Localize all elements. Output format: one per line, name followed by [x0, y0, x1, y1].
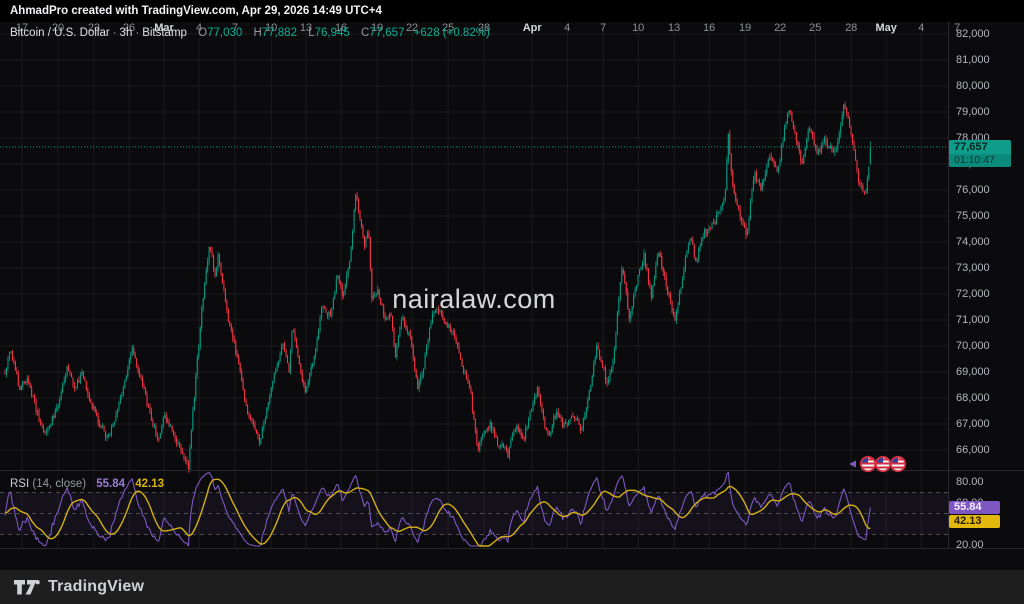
last-price-value: 77,657 [949, 140, 1011, 154]
price-axis-label: 80,000 [956, 80, 990, 92]
price-axis-label: 76,000 [956, 184, 990, 196]
open-value: 77,030 [207, 27, 242, 39]
price-axis-label: 79,000 [956, 106, 990, 118]
time-axis-label: 10 [632, 22, 644, 34]
symbol-legend[interactable]: Bitcoin / U.S. Dollar·3h·Bitstamp O77,03… [10, 27, 490, 39]
price-axis-label: 72,000 [956, 288, 990, 300]
price-axis-label: 69,000 [956, 366, 990, 378]
price-axis-label: 75,000 [956, 210, 990, 222]
close-value: 77,657 [369, 27, 404, 39]
price-axis-label: 81,000 [956, 54, 990, 66]
time-axis-label: 19 [739, 22, 751, 34]
exchange-label[interactable]: Bitstamp [142, 27, 187, 39]
us-flag-event-icon[interactable] [860, 456, 876, 471]
watermark: nairalaw.com [0, 284, 948, 315]
high-label: H [253, 27, 261, 39]
open-label: O [198, 27, 207, 39]
time-axis-label: 13 [668, 22, 680, 34]
us-flag-event-icon[interactable] [890, 456, 906, 471]
event-markers[interactable] [846, 452, 926, 481]
time-axis-label: 4 [918, 22, 924, 34]
price-axis-label: 70,000 [956, 340, 990, 352]
rsi-ma-value: 42.13 [135, 478, 164, 490]
rsi-value: 55.84 [96, 478, 125, 490]
high-value: 77,882 [262, 27, 297, 39]
rsi-legend[interactable]: RSI (14, close) 55.84 42.13 [10, 478, 164, 490]
rsi-value-badge: 55.84 [949, 501, 1000, 514]
time-axis-label: 28 [845, 22, 857, 34]
time-axis-label: 16 [703, 22, 715, 34]
price-axis-label: 74,000 [956, 236, 990, 248]
chart-area[interactable]: Bitcoin / U.S. Dollar·3h·Bitstamp O77,03… [0, 22, 1024, 570]
us-flag-event-icon[interactable] [875, 456, 891, 471]
price-axis-label: 71,000 [956, 314, 990, 326]
footer-bar: TradingView [0, 570, 1024, 604]
time-axis-label: 4 [564, 22, 570, 34]
rsi-title[interactable]: RSI [10, 478, 29, 490]
export-title-text: AhmadPro created with TradingView.com, A… [10, 5, 382, 17]
price-axis-label: 66,000 [956, 444, 990, 456]
last-price-badge: 77,657 01:10:47 [949, 140, 1011, 167]
time-axis-label: Apr [523, 22, 542, 34]
time-axis-separator [0, 548, 1024, 549]
time-axis-label: 7 [600, 22, 606, 34]
rsi-axis-label: 80.00 [956, 476, 984, 488]
time-axis-label: 7 [954, 22, 960, 34]
price-axis-label: 67,000 [956, 418, 990, 430]
rsi-axis-label: 20.00 [956, 539, 984, 551]
time-axis-label: 22 [774, 22, 786, 34]
event-arrow-icon[interactable] [849, 461, 856, 468]
symbol-name[interactable]: Bitcoin / U.S. Dollar [10, 27, 110, 39]
time-axis-label: May [876, 22, 897, 34]
price-axis-label: 68,000 [956, 392, 990, 404]
export-title-bar: AhmadPro created with TradingView.com, A… [0, 0, 1024, 22]
price-axis-label: 73,000 [956, 262, 990, 274]
tradingview-logo-icon[interactable] [14, 577, 40, 597]
change-value: +628 (+0.82%) [414, 27, 490, 39]
rsi-params: (14, close) [32, 478, 86, 490]
price-axis-label: 82,000 [956, 28, 990, 40]
rsi-ma-badge: 42.13 [949, 515, 1000, 528]
time-axis-label: 25 [809, 22, 821, 34]
tradingview-brand-text[interactable]: TradingView [48, 578, 144, 596]
low-value: 76,945 [315, 27, 350, 39]
interval-label[interactable]: 3h [120, 27, 133, 39]
bar-countdown: 01:10:47 [949, 154, 1011, 167]
